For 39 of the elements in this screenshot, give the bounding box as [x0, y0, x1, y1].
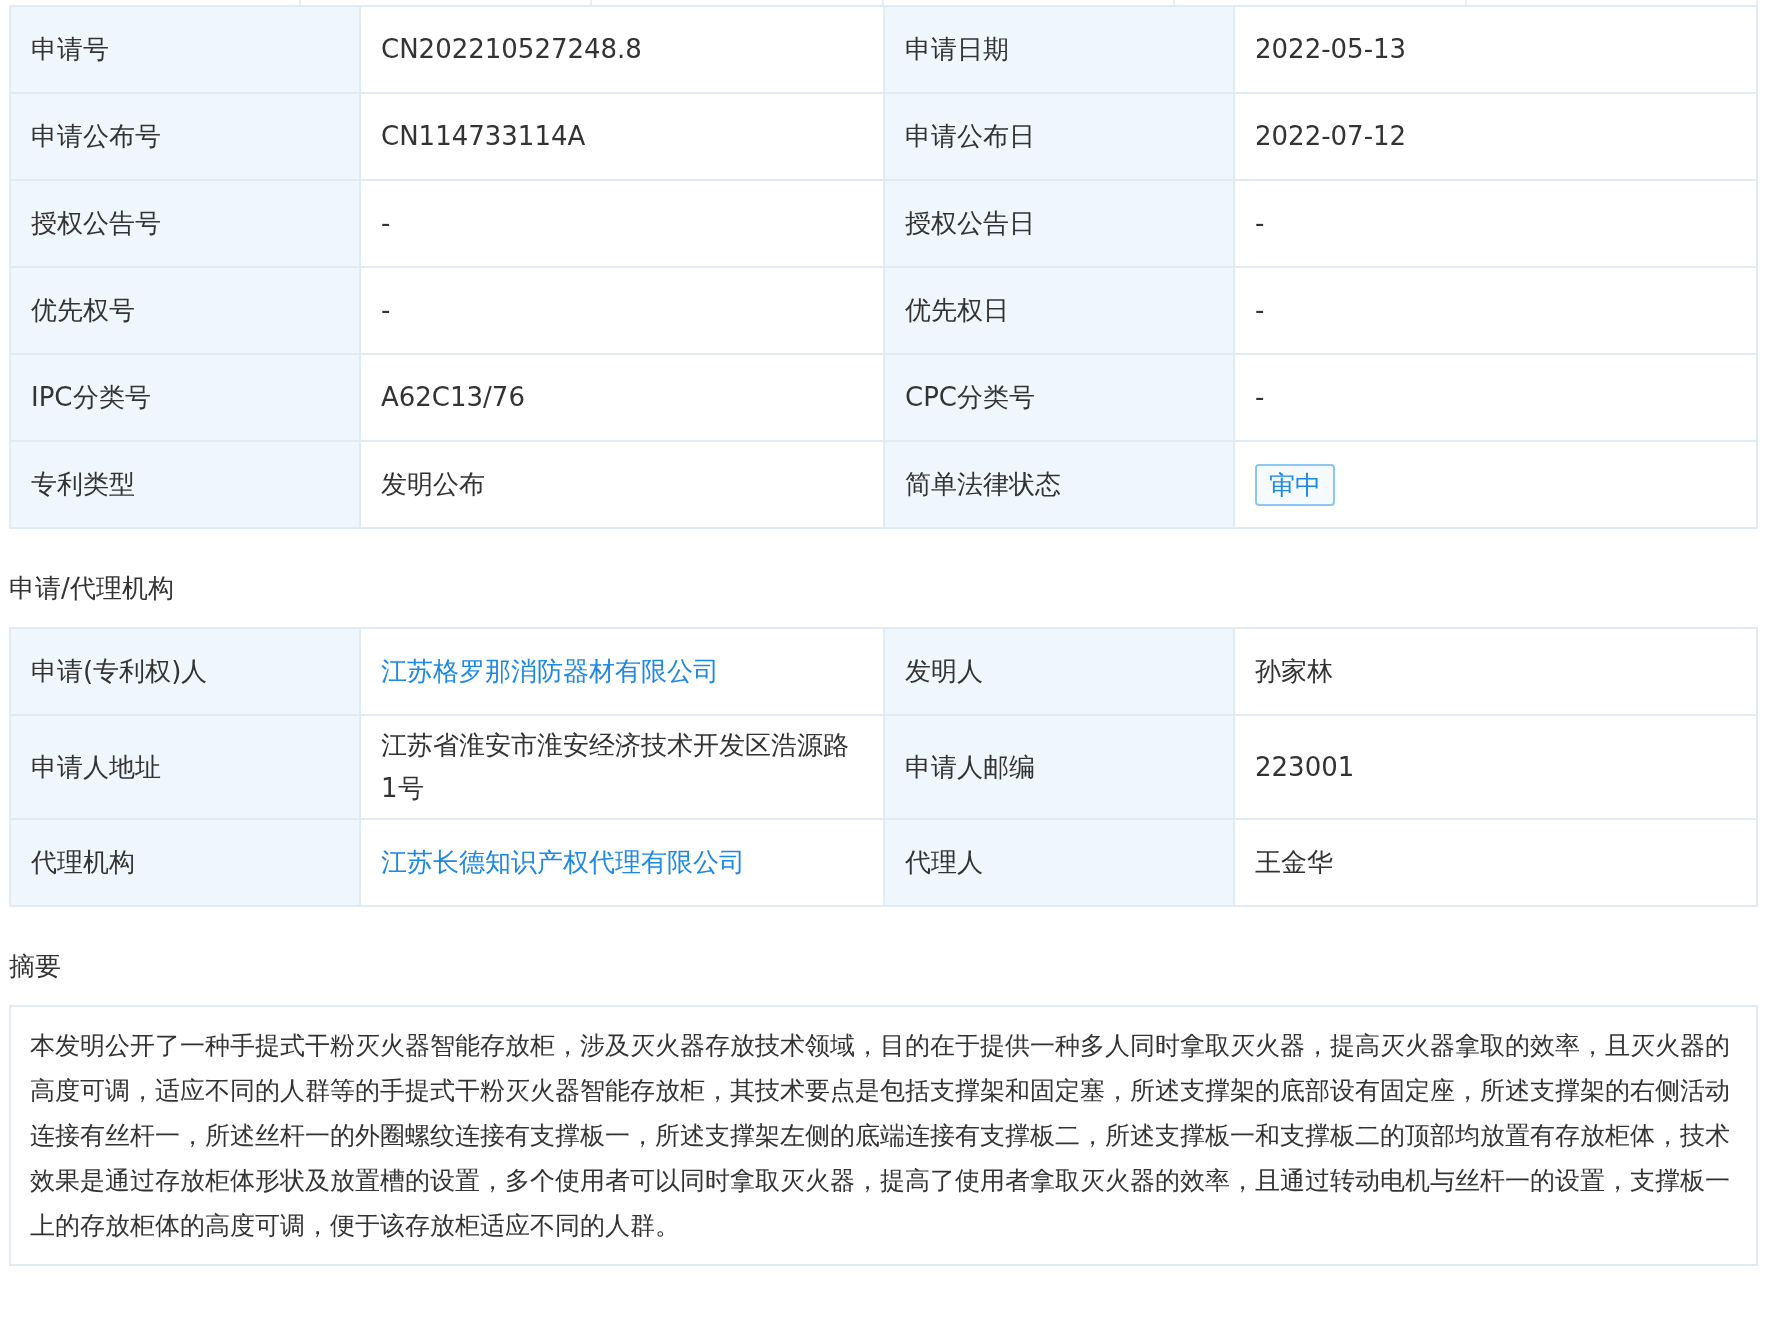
field-value: 江苏省淮安市淮安经济技术开发区浩源路1号 — [381, 729, 850, 805]
field-label: 发明人 — [885, 629, 1235, 716]
field-label: 代理机构 — [11, 820, 361, 907]
field-value: 223001 — [1255, 750, 1355, 784]
company-link[interactable]: 江苏长德知识产权代理有限公司 — [381, 841, 745, 884]
field-label: 授权公告号 — [11, 181, 361, 268]
abstract-text: 本发明公开了一种手提式干粉灭火器智能存放柜，涉及灭火器存放技术领域，目的在于提供一种多人同时拿取灭火器，提高灭火器拿取的效率，且灭火器的高度可调，适应不同的人群等的手提式干粉灭火器智能存放柜，其技术要点是包括支撑架和固定塞，所述支撑架的底部设有固定座，所述支撑架的右侧活动连接有丝杆一，所述丝杆一的外圈螺纹连接有支撑板一，所述支撑架左侧的底端连接有支撑板二，所述支撑板一和支撑板二的顶部均放置有存放柜体，技术效果是通过存放柜体形状及放置槽的设置，多个使用者可以同时拿取灭火器，提高了使用者拿取灭火器的效率，且通过转动电机与丝杆一的设置，支撑板一上的存放柜体的高度可调，便于该存放柜适应不同的人群。 — [9, 1005, 1758, 1266]
field-value: 王金华 — [1255, 846, 1333, 879]
field-value: - — [1255, 381, 1265, 414]
field-value: 发明公布 — [381, 468, 485, 501]
field-label: 申请公布号 — [11, 94, 361, 181]
field-label: 申请(专利权)人 — [11, 629, 361, 716]
field-label: 申请公布日 — [885, 94, 1235, 181]
field-label: 代理人 — [885, 820, 1235, 907]
field-label: 申请日期 — [885, 7, 1235, 94]
field-value: 2022-07-12 — [1255, 120, 1407, 153]
field-label: 优先权日 — [885, 268, 1235, 355]
field-value: - — [1255, 294, 1265, 327]
field-label: 申请人地址 — [11, 716, 361, 820]
section-title: 摘要 — [9, 950, 62, 983]
section-title: 申请/代理机构 — [9, 572, 175, 605]
field-value: A62C13/76 — [381, 381, 525, 414]
field-value: CN202210527248.8 — [381, 33, 642, 66]
company-link[interactable]: 江苏格罗那消防器材有限公司 — [381, 650, 719, 693]
field-value: - — [1255, 207, 1265, 240]
field-value: CN114733114A — [381, 120, 586, 153]
field-label: 简单法律状态 — [885, 442, 1235, 529]
field-value: - — [381, 207, 391, 240]
status-tag: 审中 — [1255, 463, 1335, 506]
field-label: 申请号 — [11, 7, 361, 94]
field-label: 申请人邮编 — [885, 716, 1235, 820]
field-label: CPC分类号 — [885, 355, 1235, 442]
field-value: 2022-05-13 — [1255, 33, 1407, 66]
field-label: 专利类型 — [11, 442, 361, 529]
field-value: - — [381, 294, 391, 327]
field-label: 授权公告日 — [885, 181, 1235, 268]
field-value: 孙家林 — [1255, 655, 1333, 688]
field-label: 优先权号 — [11, 268, 361, 355]
field-label: IPC分类号 — [11, 355, 361, 442]
